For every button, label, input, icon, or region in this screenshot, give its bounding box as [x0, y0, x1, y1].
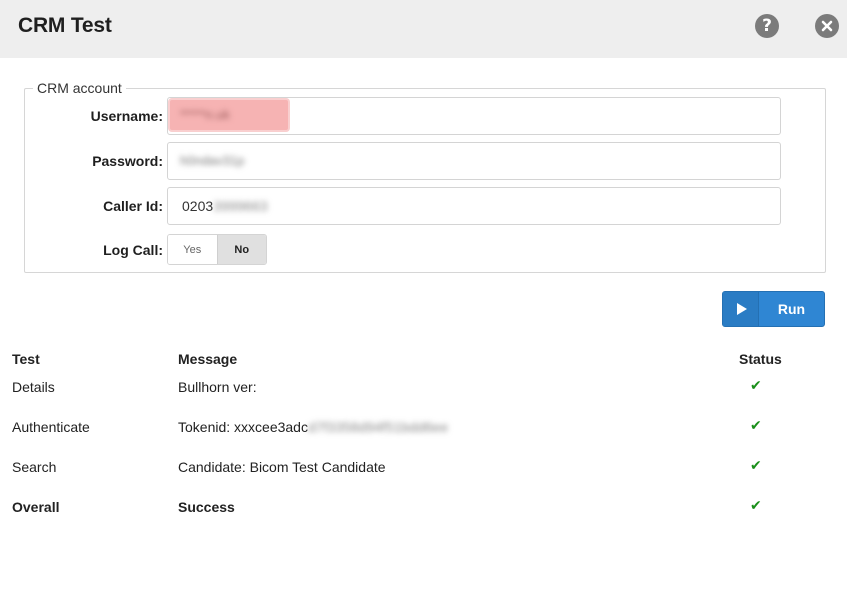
dialog-titlebar: CRM Test ?: [0, 0, 847, 58]
success-check-icon: ✔: [750, 498, 762, 514]
header-message: Message: [178, 351, 238, 367]
success-check-icon: ✔: [750, 418, 762, 434]
header-test: Test: [12, 351, 40, 367]
row-message: Success: [178, 499, 235, 515]
log-call-yes-option[interactable]: Yes: [168, 235, 217, 264]
username-highlight: *****n.uk: [170, 100, 288, 130]
dialog-title: CRM Test: [18, 14, 112, 37]
username-label: Username:: [90, 108, 163, 124]
caller-id-visible: 0203: [182, 198, 214, 214]
token-visible: Tokenid: xxxcee3adc: [178, 419, 308, 435]
caller-id-value: 02033999663: [182, 198, 268, 214]
token-hidden: d7f3358d94f51bdd6ee: [307, 419, 449, 435]
caller-id-field[interactable]: 02033999663: [167, 187, 781, 225]
success-check-icon: ✔: [750, 378, 762, 394]
crm-account-legend: CRM account: [37, 80, 122, 96]
row-test: Details: [12, 379, 55, 395]
row-test: Search: [12, 459, 57, 475]
run-button-label: Run: [777, 301, 806, 317]
row-message: Candidate: Bicom Test Candidate: [178, 459, 386, 475]
row-message: Bullhorn ver:: [178, 379, 257, 395]
header-status: Status: [739, 351, 782, 367]
password-value: h0ndav31p: [180, 153, 245, 168]
log-call-no-option[interactable]: No: [216, 235, 266, 264]
log-call-toggle[interactable]: Yes No: [167, 234, 267, 265]
help-icon[interactable]: ?: [755, 14, 779, 38]
password-label: Password:: [92, 153, 163, 169]
play-icon: [723, 292, 759, 326]
row-message: Tokenid: xxxcee3adcd7f3358d94f51bdd6ee: [178, 419, 448, 435]
password-field[interactable]: h0ndav31p: [167, 142, 781, 180]
close-icon[interactable]: [815, 14, 839, 38]
row-test: Authenticate: [12, 419, 90, 435]
username-value: *****n.uk: [180, 107, 230, 122]
caller-id-label: Caller Id:: [103, 198, 163, 214]
username-field[interactable]: *****n.uk: [167, 97, 781, 135]
caller-id-hidden: 3999663: [213, 198, 268, 214]
run-button[interactable]: Run: [722, 291, 825, 327]
success-check-icon: ✔: [750, 458, 762, 474]
row-test: Overall: [12, 499, 60, 515]
log-call-label: Log Call:: [103, 242, 163, 258]
